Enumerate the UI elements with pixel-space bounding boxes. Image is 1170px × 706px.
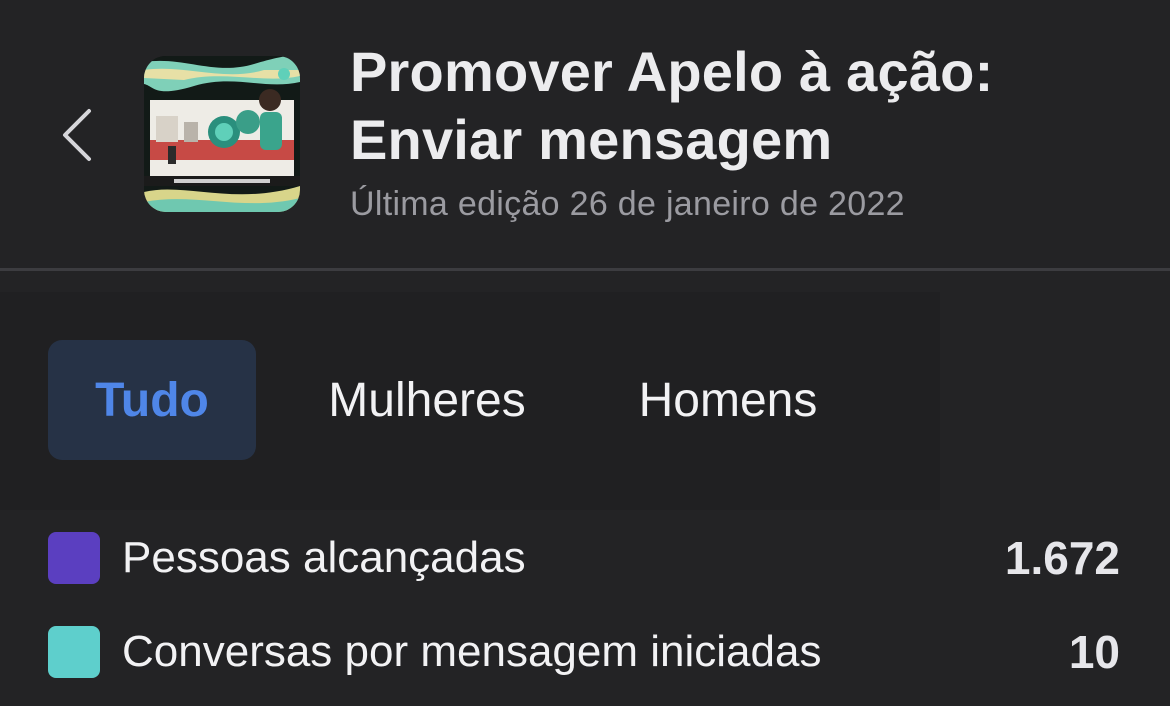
legend-swatch-people-reached xyxy=(48,532,100,584)
header-divider xyxy=(0,268,1170,271)
tab-all[interactable]: Tudo xyxy=(48,340,256,460)
ad-preview-image xyxy=(144,56,300,212)
legend-swatch-conversations xyxy=(48,626,100,678)
chevron-left-icon xyxy=(63,109,91,161)
back-button[interactable] xyxy=(48,100,104,170)
ad-thumbnail[interactable] xyxy=(144,56,300,212)
metric-label: Conversas por mensagem iniciadas xyxy=(122,627,822,676)
tab-women[interactable]: Mulheres xyxy=(256,340,598,460)
ad-title: Promover Apelo à ação: Enviar mensagem xyxy=(350,38,1140,174)
metric-row-people-reached: Pessoas alcançadas 1.672 xyxy=(48,528,1120,588)
metric-row-conversations-started: Conversas por mensagem iniciadas 10 xyxy=(48,622,1120,682)
last-edited-text: Última edição 26 de janeiro de 2022 xyxy=(350,185,905,223)
metric-value: 1.672 xyxy=(1004,532,1120,584)
ad-title-line1: Promover Apelo à ação: xyxy=(350,40,994,103)
ad-header: Promover Apelo à ação: Enviar mensagem Ú… xyxy=(0,0,1170,270)
audience-tabs: Tudo Mulheres Homens xyxy=(48,340,858,460)
metric-value: 10 xyxy=(1068,626,1120,678)
metric-label: Pessoas alcançadas xyxy=(122,533,526,582)
tab-men[interactable]: Homens xyxy=(598,340,858,460)
ad-title-line2: Enviar mensagem xyxy=(350,108,833,171)
title-block: Promover Apelo à ação: Enviar mensagem Ú… xyxy=(350,38,1140,224)
